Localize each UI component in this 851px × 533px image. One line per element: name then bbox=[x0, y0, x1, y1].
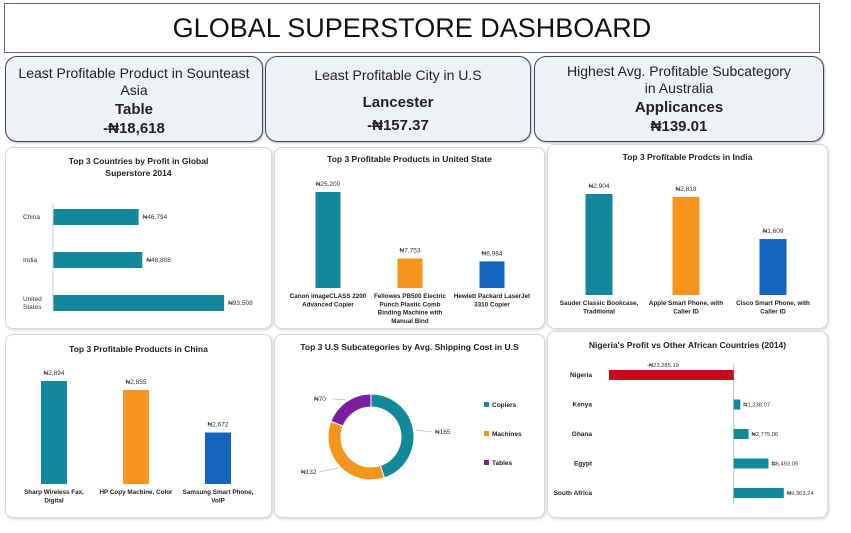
category-label-4: South Africa bbox=[554, 490, 593, 497]
kpi-card-southeast-asia: Least Profitable Product in Sounteast As… bbox=[5, 56, 263, 142]
slice-label-2: ₦70 bbox=[314, 396, 326, 403]
bar-2 bbox=[733, 429, 749, 439]
legend-swatch-0 bbox=[484, 402, 489, 407]
kpi-name: Table bbox=[114, 101, 154, 118]
bar-2 bbox=[53, 295, 225, 311]
bar-value-label-2: ₦93,508 bbox=[228, 300, 253, 307]
bar-value-label-3: ₦6,493.05 bbox=[771, 462, 798, 468]
kpi-label: Least Profitable Product in Sounteast As… bbox=[18, 65, 250, 98]
slice-0 bbox=[370, 393, 415, 479]
kpi-label: Highest Avg. Profitable Subcategory in A… bbox=[567, 63, 791, 96]
category-label-0: Sauder Classic Bookcase, Traditional bbox=[560, 300, 639, 315]
slice-label-0: ₦165 bbox=[435, 429, 451, 436]
bar-0 bbox=[53, 209, 139, 225]
category-label-0: Sharp Wireless Fax, Digital bbox=[24, 489, 84, 504]
category-label-2: Hewlett Packard LaserJet 3310 Copier bbox=[454, 293, 531, 308]
bar-value-label-1: ₦2,818 bbox=[676, 186, 697, 193]
slice-1 bbox=[327, 420, 386, 481]
bar-2 bbox=[479, 261, 505, 288]
bar-1 bbox=[123, 390, 149, 484]
category-label-2: Samsung Smart Phone, VoIP bbox=[183, 489, 254, 504]
bar-value-label-1: ₦1,238.07 bbox=[743, 403, 770, 409]
countries-bar-chart: ₦46,794 China ₦48,808 India ₦93,508 United Sta… bbox=[23, 203, 253, 313]
bar-2 bbox=[205, 432, 231, 484]
bar-1 bbox=[53, 252, 143, 268]
category-label-1: HP Copy Machine, Color bbox=[99, 489, 173, 496]
kpi-label: Least Profitable City in U.S bbox=[314, 67, 482, 83]
category-label-1: Kenya bbox=[572, 402, 592, 409]
bar-value-label-2: ₦2,672 bbox=[208, 422, 229, 429]
legend-swatch-1 bbox=[484, 431, 489, 436]
kpi-value: -₦18,618 bbox=[103, 120, 165, 137]
bar-2 bbox=[759, 239, 787, 295]
kpi-card-australia: Highest Avg. Profitable Subcategory in A… bbox=[534, 56, 824, 142]
bar-0 bbox=[585, 194, 613, 295]
bar-1 bbox=[672, 196, 700, 295]
china-products-bar-chart: ₦2,894 Sharp Wireless Fax, Digital ₦2,855 HP… bbox=[24, 370, 254, 504]
bar-value-label-0: -₦23,285.19 bbox=[647, 363, 679, 369]
bar-1 bbox=[397, 258, 423, 288]
chart-panel-china-products: Top 3 Profitable Products in China ₦2,89… bbox=[5, 334, 272, 518]
us-products-bar-chart: ₦25,200 Canon imageCLASS 2200 Advanced Cop… bbox=[290, 181, 531, 325]
kpi-value: -₦157.37 bbox=[367, 117, 429, 134]
category-label-2: United States bbox=[23, 296, 42, 311]
bar-value-label-2: ₦6,984 bbox=[482, 250, 503, 257]
category-label-1: India bbox=[23, 257, 37, 264]
category-label-3: Egypt bbox=[574, 461, 593, 468]
slice-2 bbox=[330, 393, 372, 427]
legend-label-2: Tables bbox=[492, 460, 512, 467]
chart-panel-africa: Nigeria's Profit vs Other African Countr… bbox=[547, 331, 828, 518]
category-label-2: Cisco Smart Phone, with Caller ID bbox=[736, 300, 810, 315]
bar-0 bbox=[41, 381, 67, 484]
slice-leader-2 bbox=[331, 398, 346, 401]
bar-value-label-0: ₦2,904 bbox=[589, 183, 610, 190]
bar-3 bbox=[733, 458, 769, 469]
chart-panel-shipping: Top 3 U.S Subcategories by Avg. Shipping… bbox=[274, 334, 545, 518]
slice-leader-0 bbox=[415, 429, 433, 433]
kpi-value: ₦139.01 bbox=[650, 118, 708, 135]
category-label-0: Nigeria bbox=[570, 372, 592, 379]
category-label-0: Canon imageCLASS 2200 Advanced Copier bbox=[290, 293, 367, 308]
bar-0 bbox=[315, 192, 341, 288]
bar-0 bbox=[609, 370, 734, 380]
kpi-name: Lancester bbox=[362, 94, 434, 111]
bar-4 bbox=[733, 488, 784, 498]
bar-value-label-1: ₦7,753 bbox=[400, 247, 421, 254]
bar-value-label-0: ₦25,200 bbox=[316, 181, 341, 188]
category-label-1: Apple Smart Phone, with Caller ID bbox=[649, 300, 723, 315]
legend-swatch-2 bbox=[484, 460, 489, 465]
slice-leader-1 bbox=[318, 467, 339, 473]
bar-value-label-1: ₦2,855 bbox=[126, 379, 147, 386]
africa-bar-chart: -₦23,285.19 Nigeria ₦1,238.07 Kenya ₦2,775.0… bbox=[554, 363, 815, 504]
bar-value-label-0: ₦2,894 bbox=[44, 370, 65, 377]
bar-1 bbox=[733, 399, 741, 410]
slice-label-1: ₦132 bbox=[301, 469, 317, 476]
india-products-bar-chart: ₦2,904 Sauder Classic Bookcase, Traditiona… bbox=[560, 183, 810, 315]
bar-value-label-2: ₦2,775.06 bbox=[752, 432, 779, 438]
bar-value-label-2: ₦1,609 bbox=[763, 228, 784, 235]
legend-label-0: Copiers bbox=[492, 402, 517, 409]
dashboard-title-box: GLOBAL SUPERSTORE DASHBOARD bbox=[4, 3, 820, 53]
category-label-0: China bbox=[23, 214, 40, 221]
kpi-name: Applicances bbox=[634, 99, 724, 116]
bar-value-label-4: ₦9,363.24 bbox=[787, 491, 815, 497]
chart-panel-countries: Top 3 Countries by Profit in Global Supe… bbox=[5, 147, 272, 329]
legend-label-1: Machines bbox=[492, 431, 522, 438]
shipping-donut-chart: ₦165 Copiers ₦132 Machines ₦70 Tables bbox=[301, 393, 522, 481]
category-label-1: Fellowes PB500 Electric Punch Plastic Com… bbox=[374, 293, 447, 325]
chart-panel-us-products: Top 3 Profitable Products in United Stat… bbox=[274, 147, 545, 329]
bar-value-label-1: ₦48,808 bbox=[146, 257, 171, 264]
chart-panel-india-products: Top 3 Profitable Prodcts in India ₦2,904… bbox=[547, 144, 828, 329]
dashboard-title: GLOBAL SUPERSTORE DASHBOARD bbox=[172, 13, 652, 43]
kpi-card-us-city: Least Profitable City in U.S Lancester -… bbox=[265, 56, 531, 142]
bar-value-label-0: ₦46,794 bbox=[143, 214, 168, 221]
category-label-2: Ghana bbox=[572, 431, 593, 438]
